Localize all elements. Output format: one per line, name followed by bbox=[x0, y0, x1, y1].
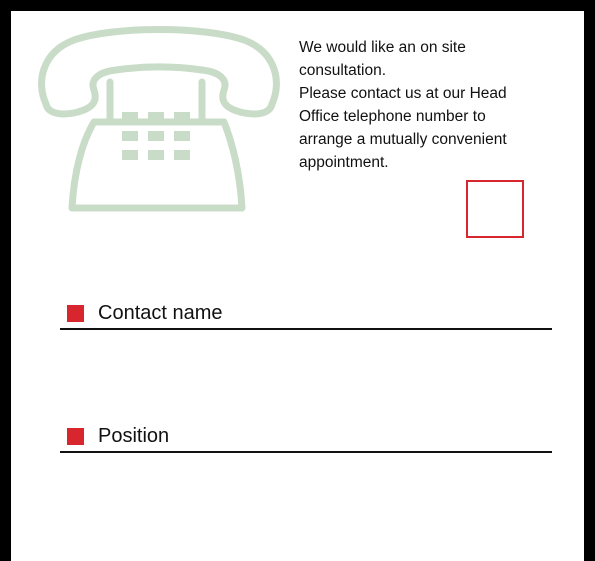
contact-name-label: Contact name bbox=[98, 301, 223, 324]
message-line: arrange a mutually convenient bbox=[299, 131, 507, 148]
message-line: appointment. bbox=[299, 154, 389, 171]
position-label: Position bbox=[98, 424, 170, 447]
message-line: Office telephone number to bbox=[299, 108, 486, 125]
square-bullet-icon bbox=[67, 304, 84, 322]
telephone-icon bbox=[38, 26, 280, 212]
position-field: Position bbox=[60, 421, 552, 454]
message-line: consultation. bbox=[299, 62, 387, 79]
contact-name-field: Contact name bbox=[60, 298, 552, 331]
consultation-message: We would like an on site consultation. P… bbox=[299, 36, 584, 174]
message-line: Please contact us at our Head bbox=[299, 85, 507, 102]
consultation-checkbox[interactable] bbox=[466, 180, 524, 238]
square-bullet-icon bbox=[67, 427, 84, 445]
message-line: We would like an on site bbox=[299, 39, 466, 56]
